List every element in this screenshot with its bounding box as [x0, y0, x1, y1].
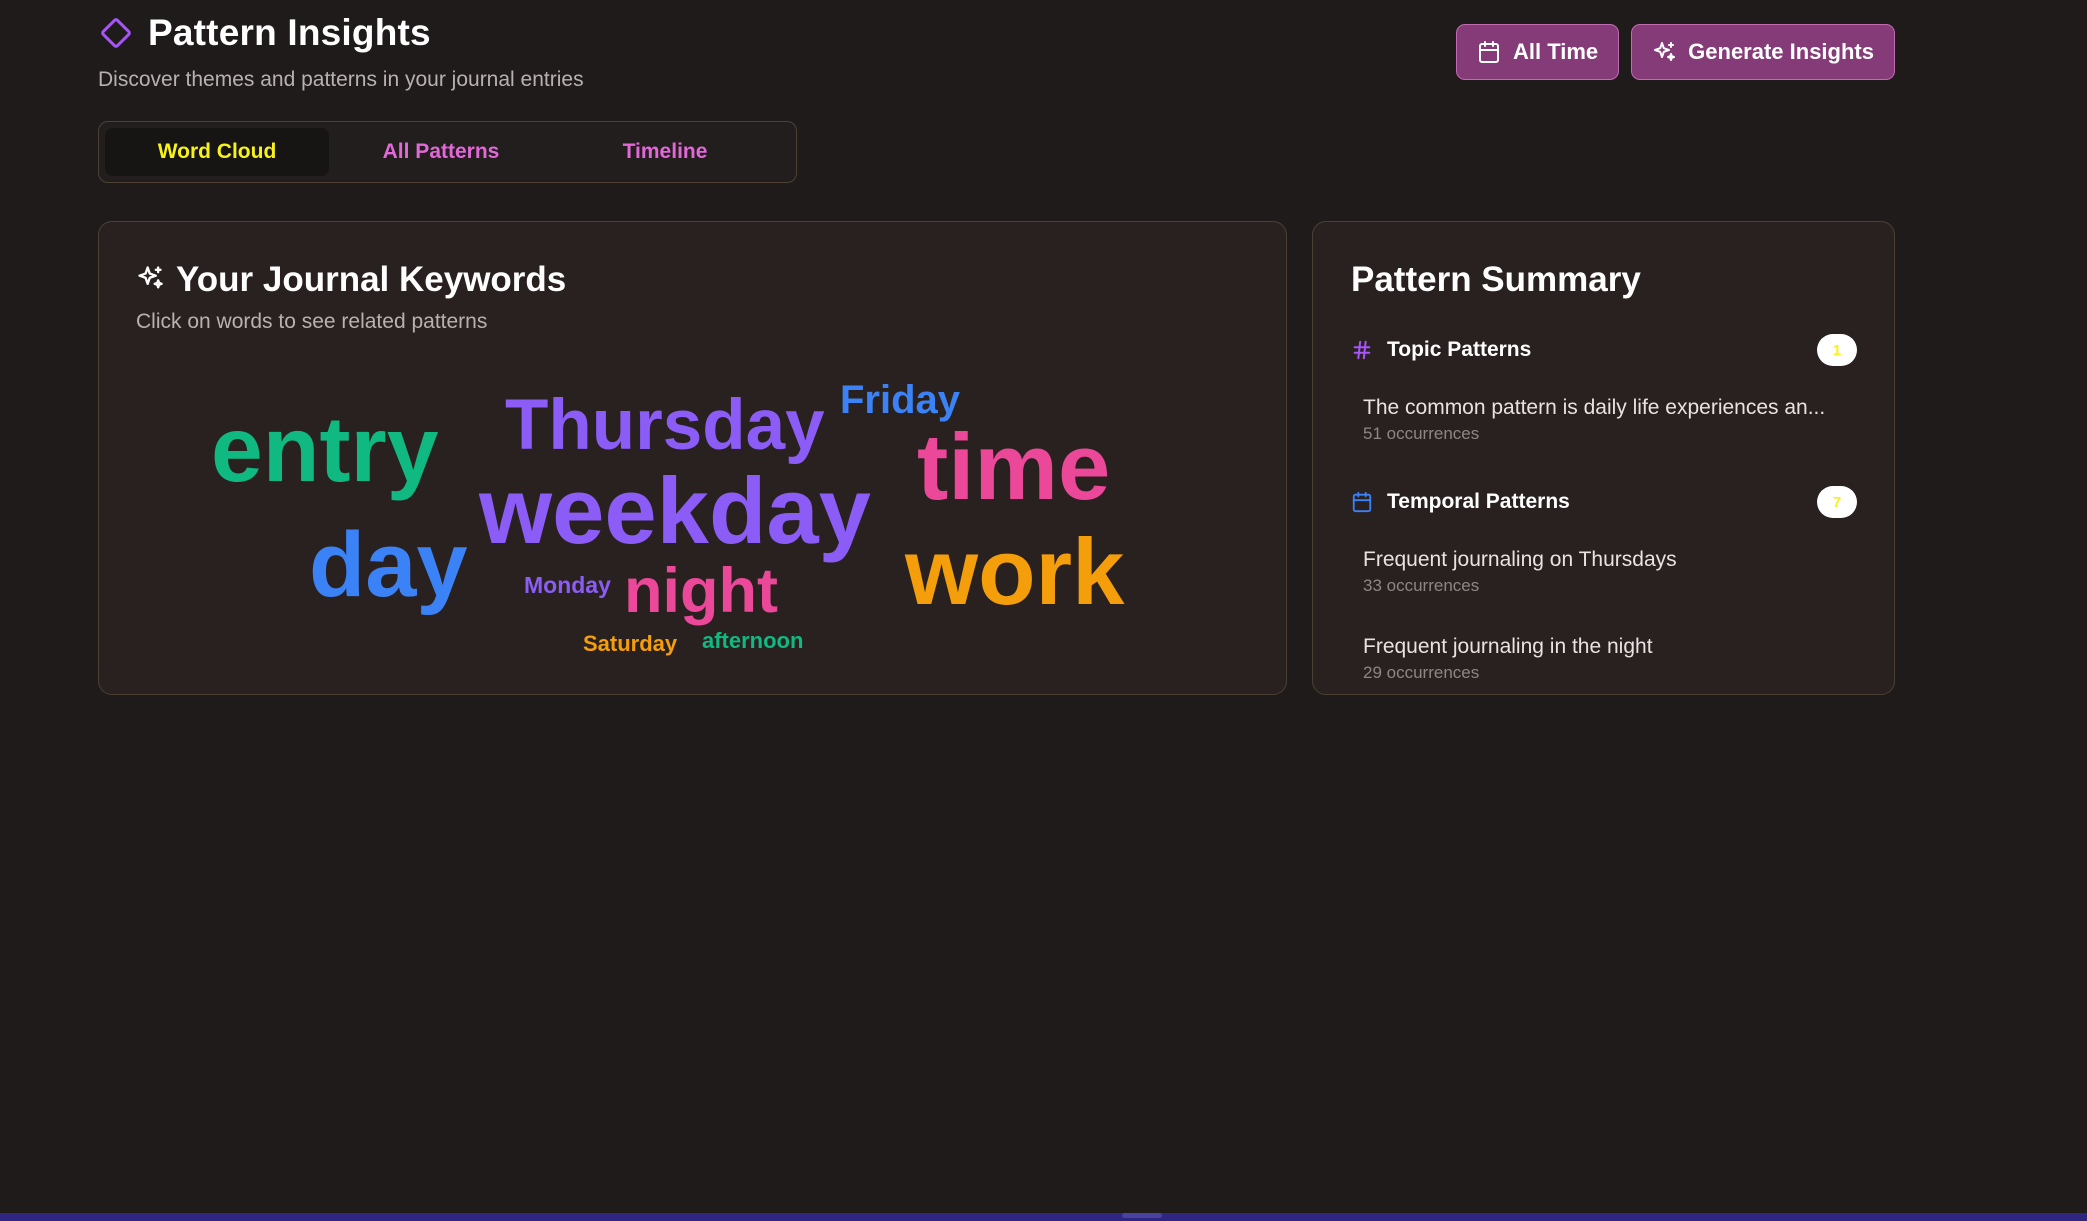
pattern-summary-title: Pattern Summary: [1351, 260, 1641, 299]
tab-timeline[interactable]: Timeline: [553, 128, 777, 176]
pattern-occurrences: 51 occurrences: [1363, 424, 1480, 443]
word-time[interactable]: time: [917, 420, 1110, 514]
pattern-occurrences: 33 occurrences: [1363, 576, 1480, 595]
calendar-icon: [1477, 40, 1501, 64]
pattern-text: Frequent journaling on Thursdays: [1363, 548, 1677, 571]
top-actions: All Time Generate Insights: [1455, 24, 1895, 80]
temporal-patterns-header[interactable]: Temporal Patterns 7: [1351, 486, 1857, 518]
word-saturday[interactable]: Saturday: [583, 633, 677, 655]
pattern-occurrences: 29 occurrences: [1363, 663, 1480, 682]
pattern-text: Frequent journaling in the night: [1363, 635, 1653, 658]
page-header: Pattern Insights Discover themes and pat…: [98, 12, 584, 92]
pattern-summary-card: Pattern Summary Topic Patterns 1 The com…: [1312, 221, 1895, 695]
word-entry[interactable]: entry: [211, 403, 438, 496]
all-time-button[interactable]: All Time: [1455, 24, 1620, 80]
word-day[interactable]: day: [309, 519, 468, 611]
temporal-patterns-heading: Temporal Patterns: [1351, 490, 1570, 514]
topic-count-badge: 1: [1817, 334, 1857, 366]
temporal-pattern-item[interactable]: Frequent journaling in the night 29 occu…: [1363, 635, 1857, 683]
diamond-icon: [98, 15, 134, 51]
all-time-label: All Time: [1512, 39, 1599, 64]
word-weekday[interactable]: weekday: [479, 464, 871, 558]
topic-patterns-heading: Topic Patterns: [1351, 338, 1531, 362]
title-row: Pattern Insights: [98, 12, 584, 54]
topic-patterns-header[interactable]: Topic Patterns 1: [1351, 334, 1857, 366]
keywords-card: Your Journal Keywords Click on words to …: [98, 221, 1287, 695]
word-afternoon[interactable]: afternoon: [702, 630, 803, 652]
topic-pattern-item[interactable]: The common pattern is daily life experie…: [1363, 396, 1857, 444]
word-cloud: entry Thursday Friday time weekday day M…: [99, 222, 1288, 696]
pattern-text: The common pattern is daily life experie…: [1363, 396, 1826, 419]
page-subtitle: Discover themes and patterns in your jou…: [98, 68, 584, 91]
tab-word-cloud[interactable]: Word Cloud: [105, 128, 329, 176]
view-tabs: Word Cloud All Patterns Timeline: [98, 121, 797, 183]
generate-insights-label: Generate Insights: [1688, 39, 1874, 64]
word-monday[interactable]: Monday: [524, 574, 611, 597]
tab-all-patterns[interactable]: All Patterns: [329, 128, 553, 176]
temporal-patterns-label: Temporal Patterns: [1387, 490, 1570, 513]
bottom-scroll-bar: [0, 1213, 2087, 1221]
hash-icon: [1351, 339, 1373, 361]
temporal-pattern-item[interactable]: Frequent journaling on Thursdays 33 occu…: [1363, 548, 1857, 596]
page-title: Pattern Insights: [148, 12, 431, 53]
scroll-handle[interactable]: [1122, 1213, 1162, 1218]
topic-patterns-label: Topic Patterns: [1387, 338, 1532, 361]
word-work[interactable]: work: [905, 525, 1124, 619]
word-night[interactable]: night: [624, 560, 778, 623]
word-thursday[interactable]: Thursday: [505, 390, 825, 461]
temporal-count-badge: 7: [1817, 486, 1857, 518]
calendar-icon: [1351, 491, 1373, 513]
generate-insights-button[interactable]: Generate Insights: [1631, 24, 1895, 80]
sparkles-icon: [1652, 40, 1676, 64]
